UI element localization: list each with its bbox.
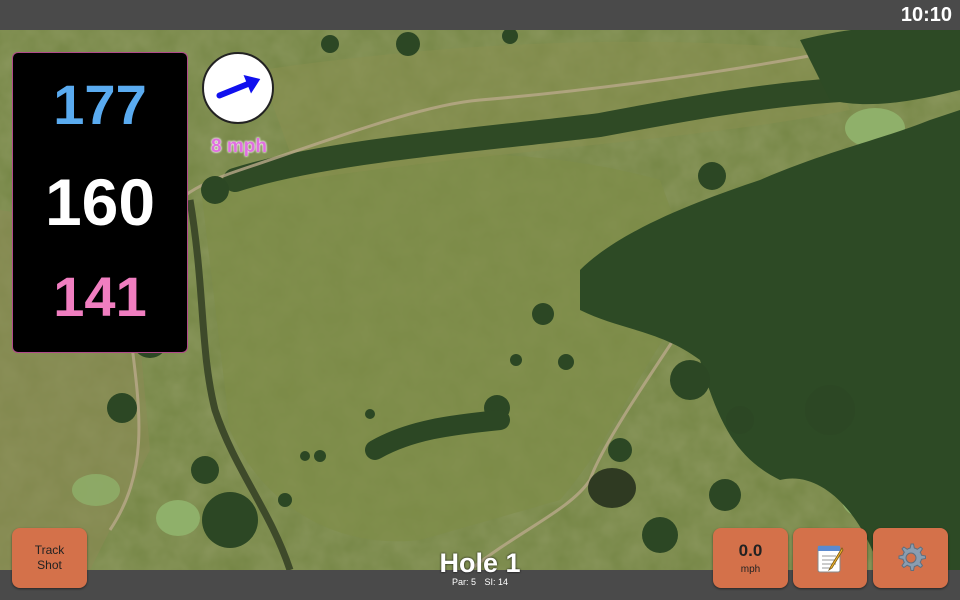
speed-value: 0.0 — [738, 541, 763, 560]
course-map[interactable]: 177 160 141 8 mph — [0, 30, 960, 570]
speed-unit: mph — [740, 564, 761, 575]
distance-panel: 177 160 141 — [12, 52, 188, 353]
speed-button[interactable]: 0.0 mph — [713, 528, 788, 588]
notepad-icon — [817, 545, 844, 573]
wind-direction-dial — [202, 52, 274, 124]
clock: 10:10 — [900, 4, 952, 26]
wind-speed: 8 mph — [211, 136, 267, 157]
wind-arrow-icon — [216, 74, 261, 99]
settings-button[interactable] — [873, 528, 948, 588]
hole-par: Par: 5 — [451, 577, 476, 587]
gear-icon — [898, 543, 926, 571]
middle-distance: 160 — [44, 165, 156, 239]
track-shot-button[interactable]: Track Shot — [12, 528, 87, 588]
track-shot-label: Track Shot — [34, 543, 65, 572]
hole-title: Hole 1 — [439, 548, 521, 578]
status-bar: 10:10 — [0, 0, 960, 30]
back-distance: 177 — [53, 73, 147, 136]
notes-button[interactable] — [793, 528, 867, 588]
hole-stroke-index: SI: 14 — [484, 577, 509, 587]
front-distance: 141 — [53, 265, 147, 328]
hole-info: Par: 5 SI: 14 — [380, 577, 580, 587]
